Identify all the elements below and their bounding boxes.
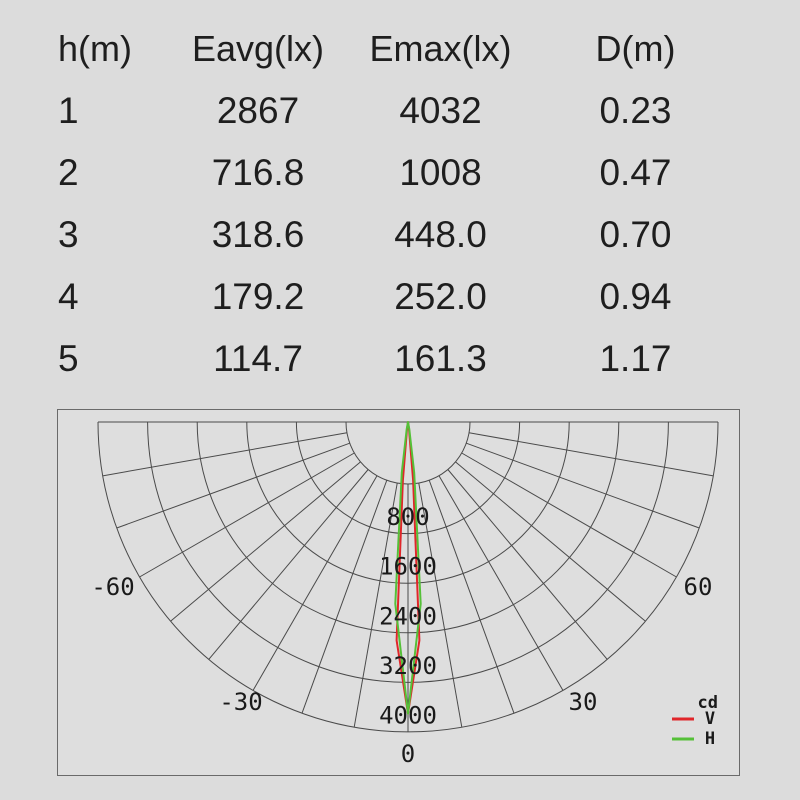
table-row: 4 179.2 252.0 0.94 — [58, 266, 748, 328]
emax-cell: 161.3 — [394, 338, 487, 379]
diameter-cell: 0.47 — [599, 152, 672, 193]
diameter-cell: 0.94 — [599, 276, 672, 317]
legend-label-h: H — [705, 729, 715, 749]
radial-tick-label: 3200 — [379, 652, 437, 680]
diameter-cell: 0.70 — [599, 214, 672, 255]
radial-tick-label: 2400 — [379, 602, 437, 630]
legend-label-v: V — [705, 709, 715, 729]
column-header-emax: Emax(lx) — [369, 28, 512, 69]
table-row: 5 114.7 161.3 1.17 — [58, 328, 748, 390]
angle-label-plus-30: 30 — [569, 688, 598, 716]
angle-spoke — [301, 480, 388, 714]
angle-spoke — [428, 480, 515, 714]
angle-label-plus-60: 60 — [684, 573, 713, 601]
polar-diagram-panel: 800 1600 2400 3200 4000 -60 60 -30 30 0 cd V H — [57, 409, 740, 776]
angle-spoke — [170, 461, 361, 622]
eavg-cell: 716.8 — [211, 152, 305, 193]
angle-spoke — [447, 469, 608, 660]
angle-label-zero: 0 — [401, 740, 415, 768]
chart-legend: cdVH — [672, 693, 718, 749]
height-cell: 1 — [58, 90, 79, 131]
height-cell: 4 — [58, 276, 79, 317]
diameter-cell: 0.23 — [599, 90, 672, 131]
eavg-cell: 2867 — [216, 90, 300, 131]
angle-spoke — [455, 461, 646, 622]
table-row: 2 716.8 1008 0.47 — [58, 142, 748, 204]
table-header-row: h(m) Eavg(lx) Emax(lx) D(m) — [58, 18, 748, 80]
angle-spoke — [208, 469, 369, 660]
radial-tick-label: 4000 — [379, 702, 437, 730]
photometric-table: h(m) Eavg(lx) Emax(lx) D(m) 1 2867 4032 … — [58, 18, 748, 390]
height-cell: 3 — [58, 214, 79, 255]
emax-cell: 4032 — [399, 90, 482, 131]
angle-spoke — [468, 432, 714, 477]
eavg-cell: 114.7 — [213, 338, 303, 379]
column-header-diameter: D(m) — [595, 28, 676, 69]
angle-label-minus-60: -60 — [91, 573, 134, 601]
emax-cell: 1008 — [399, 152, 482, 193]
table-row: 1 2867 4032 0.23 — [58, 80, 748, 142]
inner-ring — [345, 421, 471, 485]
table-row: 3 318.6 448.0 0.70 — [58, 204, 748, 266]
angle-label-minus-30: -30 — [219, 688, 262, 716]
eavg-cell: 318.6 — [211, 214, 305, 255]
emax-cell: 252.0 — [394, 276, 487, 317]
height-cell: 5 — [58, 338, 79, 379]
polar-candela-chart: 800 1600 2400 3200 4000 -60 60 -30 30 0 cdVH — [91, 421, 719, 768]
angle-spoke — [466, 442, 700, 529]
polar-labels: 800 1600 2400 3200 4000 -60 60 -30 30 0 — [91, 503, 712, 768]
emax-cell: 448.0 — [394, 214, 487, 255]
diameter-cell: 1.17 — [599, 338, 672, 379]
column-header-height: h(m) — [58, 28, 132, 69]
eavg-cell: 179.2 — [211, 276, 305, 317]
column-header-eavg: Eavg(lx) — [191, 28, 325, 69]
radial-tick-label: 1600 — [379, 553, 437, 581]
angle-spoke — [102, 432, 348, 477]
height-cell: 2 — [58, 152, 79, 193]
radial-tick-label: 800 — [386, 503, 429, 531]
angle-spoke — [116, 442, 350, 529]
